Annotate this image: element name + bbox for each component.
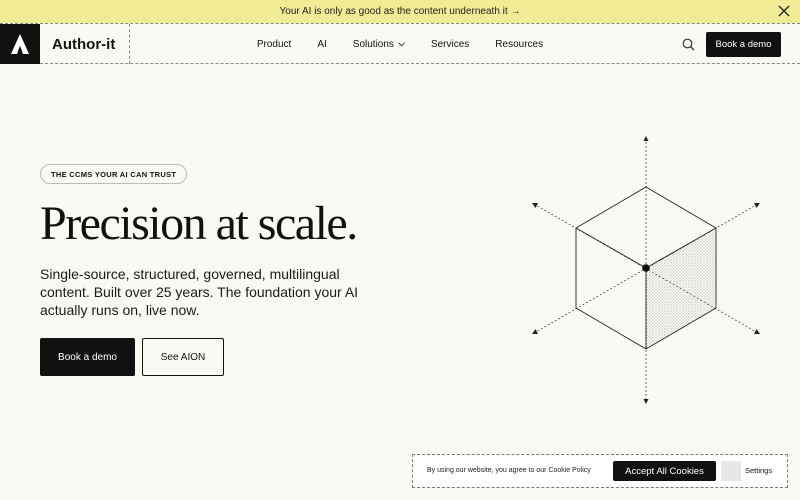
banner-link[interactable]: Your AI is only as good as the content u… — [280, 6, 521, 17]
nav-item-resources[interactable]: Resources — [482, 39, 556, 50]
see-aion-button[interactable]: See AION — [142, 338, 224, 376]
book-demo-button[interactable]: Book a demo — [40, 338, 135, 376]
nav-item-solutions[interactable]: Solutions — [340, 39, 418, 50]
hero-subtitle: Single-source, structured, governed, mul… — [40, 266, 359, 318]
nav-item-label: Services — [430, 38, 470, 50]
nav-item-label: Resources — [495, 38, 544, 50]
brand-name[interactable]: Author-it — [40, 24, 130, 64]
nav-item-services[interactable]: Services — [418, 39, 482, 50]
hero-tag: THE CCMS YOUR AI CAN TRUST — [40, 164, 188, 184]
cookie-settings-link[interactable]: Settings — [745, 466, 772, 475]
nav-item-product[interactable]: Product — [244, 39, 304, 50]
logo-mark-icon[interactable] — [0, 24, 40, 64]
nav-item-label: Solutions — [352, 38, 394, 50]
close-icon[interactable] — [778, 5, 790, 17]
nav-item-label: Product — [256, 38, 292, 50]
nav-item-label: AI — [317, 38, 327, 50]
cookie-text: By using our website, you agree to our C… — [427, 467, 591, 474]
cookie-banner: By using our website, you agree to our C… — [412, 454, 788, 488]
book-demo-nav-button[interactable]: Book a demo — [706, 32, 781, 57]
search-icon[interactable] — [682, 38, 695, 51]
accept-cookies-button[interactable]: Accept All Cookies — [613, 461, 716, 481]
cube-illustration — [532, 136, 760, 404]
hero-title: Precision at scale. — [40, 197, 358, 250]
cookie-toggle[interactable] — [721, 461, 741, 481]
main-nav: Author-it Product AI Solutions Services … — [0, 23, 800, 64]
nav-item-ai[interactable]: AI — [304, 39, 339, 50]
announcement-banner: Your AI is only as good as the content u… — [0, 0, 800, 23]
chevron-down-icon — [398, 41, 405, 47]
